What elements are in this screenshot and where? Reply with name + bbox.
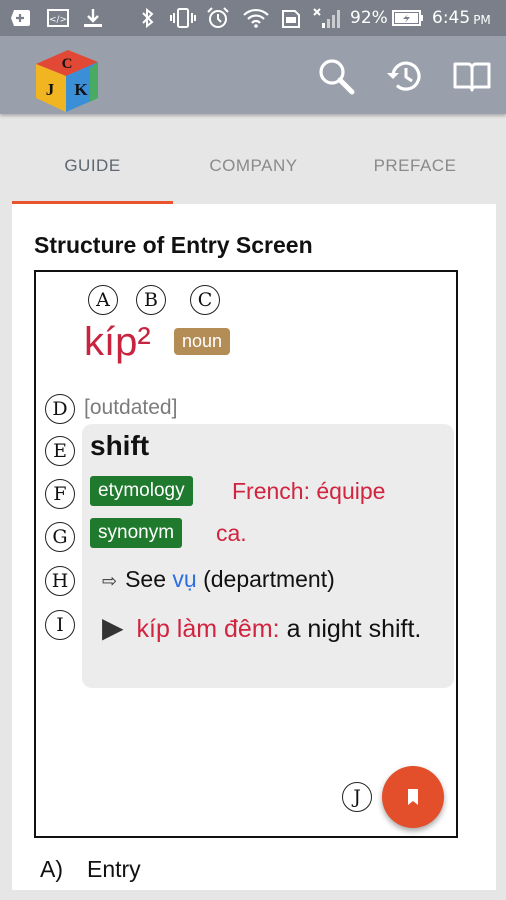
etymology-tag: etymology: [90, 476, 193, 506]
marker-h: H: [45, 566, 75, 596]
synonym-tag: synonym: [90, 518, 183, 548]
svg-text:</>: </>: [49, 15, 67, 25]
code-icon: </>: [46, 8, 70, 28]
logo-letter-c: C: [62, 56, 73, 72]
clock-suffix: PM: [473, 13, 491, 27]
marker-a: A: [88, 285, 118, 315]
status-bar: </> 92% 6:45 PM: [0, 0, 506, 36]
example-sentence: ▶ kíp làm đêm: a night shift.: [102, 608, 442, 649]
see-suffix: (department): [203, 566, 335, 592]
etymology-text: French: équipe: [232, 478, 386, 504]
part-of-speech-tag: noun: [174, 328, 231, 355]
history-icon[interactable]: [385, 56, 425, 96]
tab-company[interactable]: COMPANY: [173, 128, 334, 204]
guide-card: Structure of Entry Screen A B C kíp² nou…: [12, 204, 496, 890]
app-logo-icon[interactable]: C J K: [28, 44, 106, 121]
sd-card-icon: [280, 8, 302, 28]
logo-letter-k: K: [74, 80, 88, 99]
sense-block: shift etymology French: équipe synonym c…: [82, 424, 454, 688]
battery-percent: 92%: [350, 8, 388, 28]
tab-guide[interactable]: GUIDE: [12, 128, 173, 204]
marker-f: F: [45, 479, 75, 509]
marker-j: J: [342, 782, 372, 812]
marker-e: E: [45, 436, 75, 466]
alarm-icon: [206, 7, 230, 28]
add-box-icon: [10, 8, 32, 28]
entry-diagram: A B C kíp² noun D [outdated] E F G H I s…: [34, 270, 458, 838]
wifi-icon: [242, 8, 270, 28]
play-audio-icon[interactable]: ▶: [102, 611, 124, 644]
marker-i: I: [45, 610, 75, 640]
marker-b: B: [136, 285, 166, 315]
vibrate-icon: [170, 8, 196, 28]
book-icon[interactable]: [452, 56, 492, 96]
headword: kíp²: [84, 320, 151, 364]
usage-label: [outdated]: [84, 396, 178, 419]
tab-bar: GUIDE COMPANY PREFACE: [12, 128, 496, 204]
logo-letter-j: J: [46, 80, 55, 99]
download-icon: [82, 8, 104, 28]
legend-letter: A): [40, 856, 63, 882]
tab-preface[interactable]: PREFACE: [334, 128, 496, 204]
legend-item: A) Entry: [40, 856, 141, 883]
bookmark-button[interactable]: [382, 766, 444, 828]
app-bar: C J K: [0, 36, 506, 114]
example-vietnamese: kíp làm đêm:: [136, 615, 280, 643]
marker-c: C: [190, 285, 220, 315]
synonym-text: ca.: [216, 520, 247, 546]
bluetooth-icon: [140, 8, 156, 28]
marker-d: D: [45, 394, 75, 424]
arrow-right-icon: ⇨: [102, 571, 118, 592]
see-link[interactable]: vụ: [172, 566, 196, 592]
example-english: a night shift.: [286, 615, 422, 643]
clock-time: 6:45: [432, 8, 471, 28]
page-title: Structure of Entry Screen: [34, 232, 313, 258]
marker-g: G: [45, 522, 75, 552]
see-prefix: See: [125, 566, 167, 592]
search-icon[interactable]: [316, 56, 356, 96]
sense-meaning: shift: [90, 430, 150, 461]
bookmark-icon: [408, 789, 418, 805]
legend-label: Entry: [87, 856, 141, 882]
cross-reference: ⇨ See vụ (department): [102, 566, 335, 593]
no-signal-icon: [312, 8, 342, 28]
battery-charging-icon: [392, 8, 424, 28]
